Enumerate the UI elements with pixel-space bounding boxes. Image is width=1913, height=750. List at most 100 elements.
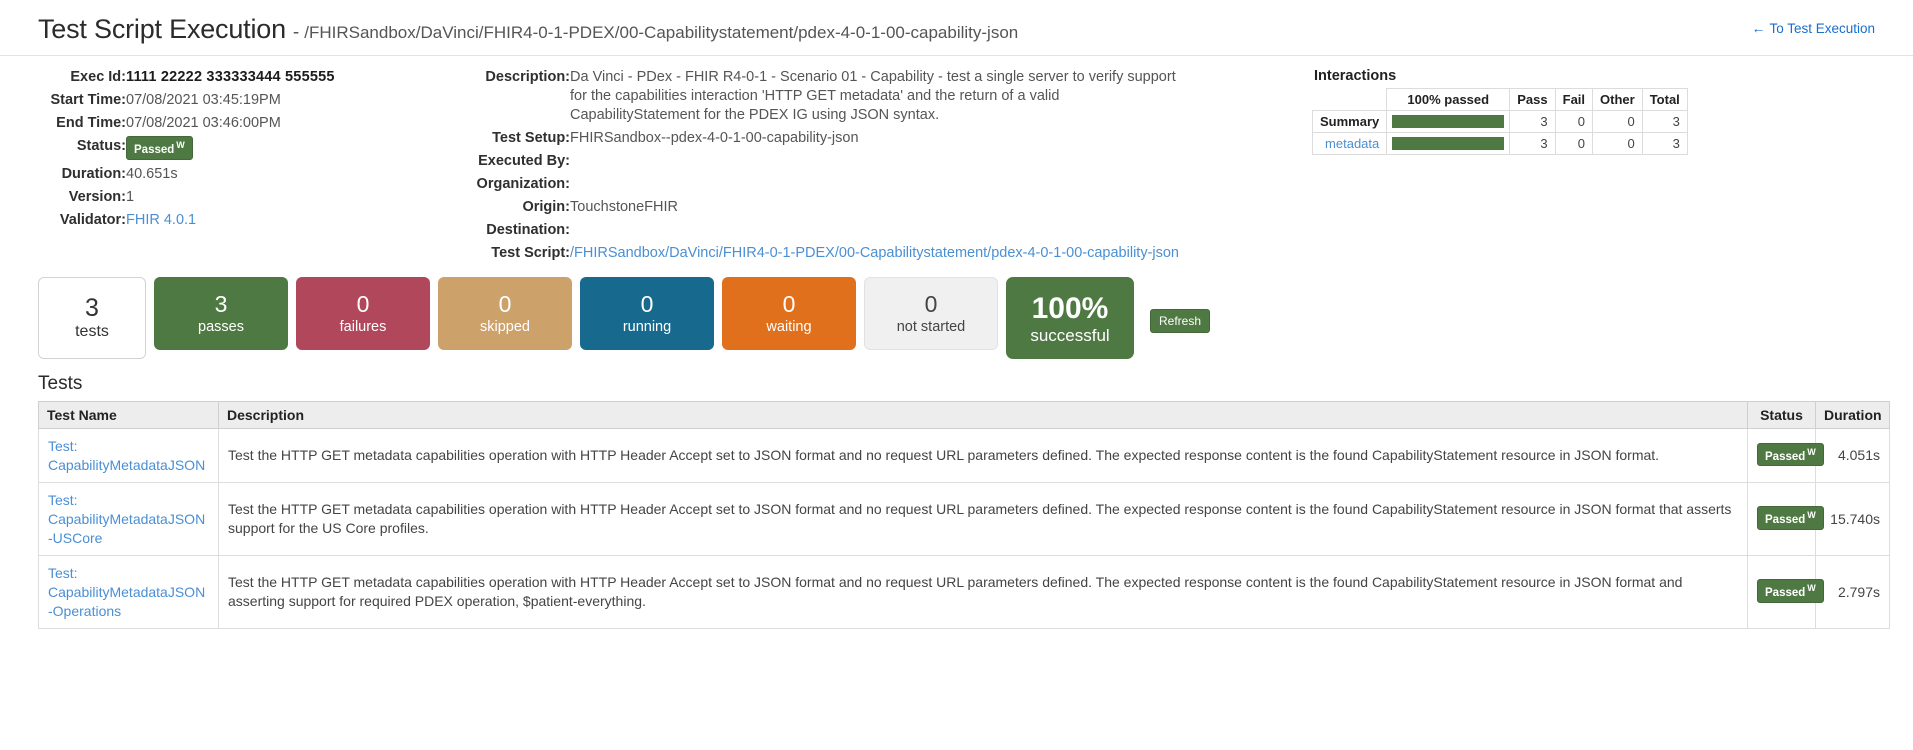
tests-header-row: Test Name Description Status Duration	[38, 401, 1890, 429]
status-badge: Passed W	[1757, 506, 1824, 530]
interactions-row-summary: Summary 3 0 0 3	[1311, 110, 1688, 133]
interactions-total-value: 3	[1641, 110, 1688, 133]
detail-row-executed-by: Executed By:	[460, 150, 1179, 173]
interactions-row-metadata: metadata 3 0 0 3	[1311, 132, 1688, 155]
exec-id-value: 1111 22222 333333444 555555	[126, 69, 335, 85]
page-title: Test Script Execution	[38, 14, 286, 44]
status-badge-text: Passed	[1765, 513, 1806, 526]
origin-value: TouchstoneFHIR	[570, 199, 678, 215]
success-label: successful	[1030, 325, 1110, 345]
interactions-row-label: Summary	[1311, 110, 1388, 133]
page-subtitle-path: /FHIRSandbox/DaVinci/FHIR4-0-1-PDEX/00-C…	[304, 23, 1019, 42]
tests-section-heading: Tests	[38, 373, 83, 394]
start-time-value: 07/08/2021 03:45:19PM	[126, 92, 281, 108]
stat-label: running	[622, 318, 672, 335]
status-badge: Passed W	[1757, 442, 1824, 467]
stat-label: not started	[896, 318, 966, 335]
test-duration-cell: 15.740s	[1815, 482, 1890, 556]
end-time-label: End Time:	[56, 115, 126, 131]
status-badge-sup: W	[1807, 510, 1816, 521]
summary-stats-row: 3 tests 3 passes 0 failures 0 skipped 0 …	[0, 271, 1913, 359]
test-name-link[interactable]: Test: CapabilityMetadataJSON	[48, 438, 205, 473]
interactions-other-value: 0	[1592, 132, 1643, 155]
stat-box-running[interactable]: 0 running	[580, 277, 714, 350]
destination-value	[570, 219, 1179, 242]
interactions-total-value: 3	[1641, 132, 1688, 155]
success-percent: 100%	[1031, 291, 1109, 325]
detail-row-test-script: Test Script: /FHIRSandbox/DaVinci/FHIR4-…	[460, 242, 1179, 265]
test-duration-cell: 4.051s	[1815, 428, 1890, 483]
stat-label: passes	[198, 318, 244, 335]
test-name-prefix: Test:	[48, 565, 78, 581]
test-setup-label: Test Setup:	[492, 130, 570, 146]
description-value: Da Vinci - PDex - FHIR R4-0-1 - Scenario…	[570, 69, 1176, 123]
detail-row-exec-id: Exec Id: 1111 22222 333333444 555555	[10, 66, 335, 89]
test-script-execution-page: Test Script Execution - /FHIRSandbox/DaV…	[0, 0, 1913, 750]
detail-row-status: Status: Passed W	[10, 135, 335, 163]
stat-value: 0	[924, 290, 938, 317]
stat-box-tests[interactable]: 3 tests	[38, 277, 146, 359]
to-test-execution-label: To Test Execution	[1769, 21, 1875, 36]
interactions-col-total: Total	[1641, 88, 1688, 111]
test-script-value-link[interactable]: /FHIRSandbox/DaVinci/FHIR4-0-1-PDEX/00-C…	[570, 245, 1179, 261]
title-separator: -	[292, 22, 300, 43]
stat-value: 0	[640, 290, 654, 317]
test-status-cell: Passed W	[1747, 482, 1824, 556]
interactions-row-link[interactable]: metadata	[1311, 132, 1388, 155]
test-description-cell: Test the HTTP GET metadata capabilities …	[218, 482, 1748, 556]
progress-fill	[1392, 115, 1505, 128]
status-badge-sup: W	[176, 140, 185, 150]
interactions-header-row: 100% passed Pass Fail Other Total	[1311, 88, 1688, 111]
stat-box-failures[interactable]: 0 failures	[296, 277, 430, 350]
stat-box-not-started[interactable]: 0 not started	[864, 277, 998, 350]
refresh-button[interactable]: Refresh	[1150, 309, 1211, 333]
progress-track	[1392, 137, 1505, 150]
stat-box-waiting[interactable]: 0 waiting	[722, 277, 856, 350]
test-description-cell: Test the HTTP GET metadata capabilities …	[218, 555, 1748, 629]
test-name-link[interactable]: Test: CapabilityMetadataJSON-USCore	[48, 492, 205, 546]
execution-details: Exec Id: 1111 22222 333333444 555555 Sta…	[0, 56, 1913, 265]
interactions-title: Interactions	[1314, 68, 1397, 84]
details-left-column: Exec Id: 1111 22222 333333444 555555 Sta…	[0, 66, 460, 265]
organization-value	[570, 173, 1179, 196]
stat-label: waiting	[766, 318, 812, 335]
stat-label: skipped	[480, 318, 530, 335]
stat-label: failures	[339, 318, 387, 335]
tests-table-body: Test: CapabilityMetadataJSON Test the HTT…	[38, 428, 1890, 629]
test-name-link[interactable]: Test: CapabilityMetadataJSON-Operations	[48, 565, 205, 619]
interactions-progress-cell	[1386, 132, 1511, 155]
test-name-cell: Test: CapabilityMetadataJSON-Operations	[38, 555, 219, 629]
interactions-fail-value: 0	[1554, 132, 1594, 155]
interactions-pass-value: 3	[1509, 110, 1556, 133]
stat-box-passes[interactable]: 3 passes	[154, 277, 288, 350]
interactions-other-value: 0	[1592, 110, 1643, 133]
test-name-cell: Test: CapabilityMetadataJSON-USCore	[38, 482, 219, 556]
validator-value-link[interactable]: FHIR 4.0.1	[126, 212, 196, 228]
stat-box-successful[interactable]: 100% successful	[1006, 277, 1134, 359]
start-time-label: Start Time:	[50, 92, 126, 108]
left-arrow-icon: ←	[1751, 20, 1766, 36]
status-badge-text: Passed	[134, 143, 175, 156]
destination-label: Destination:	[486, 222, 570, 238]
duration-label: Duration:	[61, 165, 126, 182]
interactions-pass-value: 3	[1509, 132, 1556, 155]
status-label: Status:	[76, 138, 126, 154]
to-test-execution-link[interactable]: ← To Test Execution	[1751, 20, 1875, 36]
progress-track	[1392, 115, 1505, 128]
progress-fill	[1392, 137, 1505, 150]
detail-row-duration: Duration: 40.651s	[10, 163, 335, 186]
detail-row-start-time: Start Time: 07/08/2021 03:45:19PM	[10, 89, 335, 112]
details-left-table: Exec Id: 1111 22222 333333444 555555 Sta…	[10, 66, 335, 232]
test-status-cell: Passed W	[1747, 555, 1824, 629]
stat-box-skipped[interactable]: 0 skipped	[438, 277, 572, 350]
interactions-progress-cell	[1386, 110, 1511, 133]
status-badge: Passed W	[1757, 579, 1824, 603]
test-setup-value: FHIRSandbox--pdex-4-0-1-00-capability-js…	[570, 130, 859, 146]
detail-row-end-time: End Time: 07/08/2021 03:46:00PM	[10, 112, 335, 135]
stat-value: 0	[498, 290, 512, 317]
interactions-col-blank	[1311, 88, 1388, 111]
detail-row-validator: Validator: FHIR 4.0.1	[10, 209, 335, 232]
detail-row-test-setup: Test Setup: FHIRSandbox--pdex-4-0-1-00-c…	[460, 127, 1179, 150]
stat-value: 3	[214, 290, 228, 317]
detail-row-description: Description: Da Vinci - PDex - FHIR R4-0…	[460, 66, 1179, 127]
